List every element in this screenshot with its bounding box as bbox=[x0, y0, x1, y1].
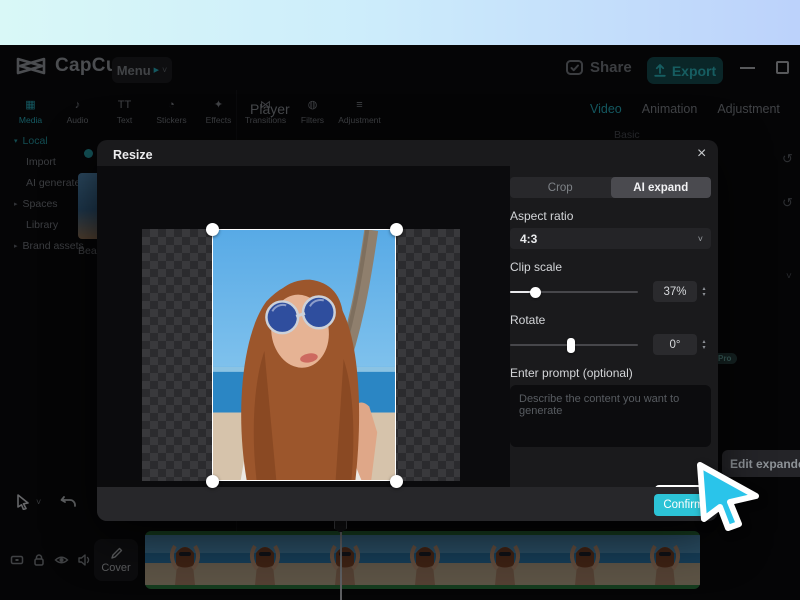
rotate-label: Rotate bbox=[510, 313, 711, 327]
mouse-cursor bbox=[692, 460, 764, 532]
clip-scale-label: Clip scale bbox=[510, 260, 711, 274]
mode-segmented-control: Crop AI expand bbox=[510, 177, 711, 198]
rotate-value[interactable]: 0° bbox=[653, 334, 697, 355]
resize-dialog: Resize × bbox=[97, 140, 718, 521]
aspect-ratio-label: Aspect ratio bbox=[510, 209, 711, 223]
dialog-title: Resize bbox=[113, 148, 153, 162]
prompt-input[interactable] bbox=[510, 385, 711, 447]
rotate-stepper[interactable]: ▴▾ bbox=[697, 339, 711, 351]
rotate-slider-thumb[interactable] bbox=[567, 338, 575, 353]
aspect-ratio-value: 4:3 bbox=[520, 232, 537, 246]
corner-handle-bottom-left[interactable] bbox=[206, 475, 219, 488]
tab-ai-expand[interactable]: AI expand bbox=[611, 177, 712, 198]
desktop-top-strip bbox=[0, 0, 800, 45]
expand-controls: Crop AI expand Aspect ratio 4:3 ˅ Clip s… bbox=[510, 177, 711, 508]
close-icon[interactable]: × bbox=[697, 144, 706, 164]
clip-scale-value[interactable]: 37% bbox=[653, 281, 697, 302]
corner-handle-top-left[interactable] bbox=[206, 223, 219, 236]
rotate-slider[interactable] bbox=[510, 339, 638, 351]
clip-scale-slider-thumb[interactable] bbox=[530, 287, 541, 298]
chevron-down-icon: ˅ bbox=[698, 234, 703, 244]
prompt-label: Enter prompt (optional) bbox=[510, 366, 711, 380]
screen: CapCut Menu ▶ ˅ Share Export ▦ bbox=[0, 0, 800, 600]
portrait-photo bbox=[213, 230, 395, 480]
clip-scale-stepper[interactable]: ▴▾ bbox=[697, 286, 711, 298]
tab-crop[interactable]: Crop bbox=[510, 177, 611, 198]
clip-scale-slider[interactable] bbox=[510, 286, 638, 298]
corner-handle-top-right[interactable] bbox=[390, 223, 403, 236]
corner-handle-bottom-right[interactable] bbox=[390, 475, 403, 488]
aspect-ratio-select[interactable]: 4:3 ˅ bbox=[510, 228, 711, 249]
dialog-footer: Confirm bbox=[97, 487, 718, 521]
expand-preview-area bbox=[97, 166, 510, 487]
clip-image[interactable] bbox=[212, 229, 396, 481]
